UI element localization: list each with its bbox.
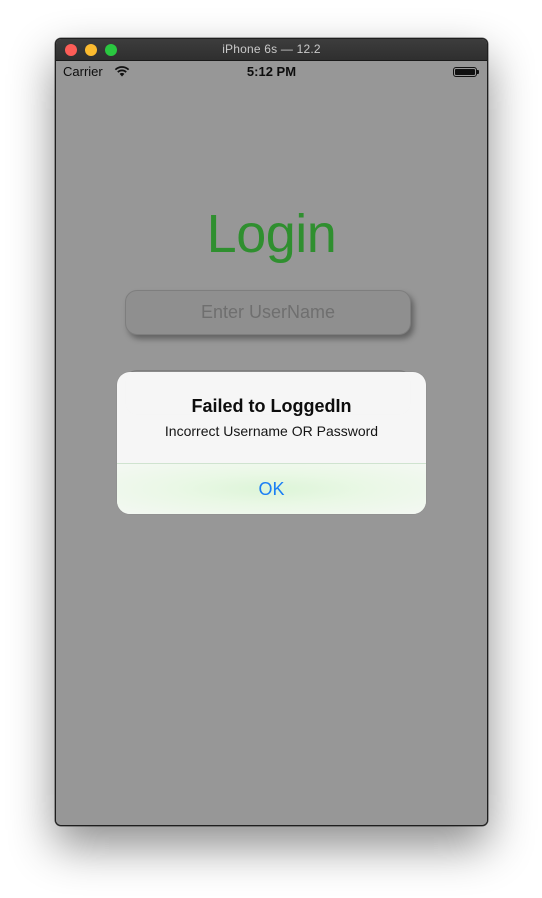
username-input[interactable]: Enter UserName — [125, 290, 411, 335]
alert-title: Failed to LoggedIn — [191, 396, 352, 416]
ok-button[interactable]: OK — [117, 464, 426, 514]
username-placeholder: Enter UserName — [200, 302, 336, 322]
status-time: 5:12 PM — [246, 64, 297, 79]
login-title: Login — [206, 204, 337, 264]
simulator-window: iPhone 6s — 12.2 Carrier 5:12 PM Login E… — [55, 38, 488, 826]
window-title: iPhone 6s — 12.2 — [222, 42, 321, 56]
window-titlebar: iPhone 6s — 12.2 — [56, 39, 487, 61]
status-bar: Carrier 5:12 PM — [56, 61, 487, 81]
battery-icon — [453, 67, 479, 77]
alert-message: Incorrect Username OR Password — [164, 423, 379, 439]
alert-dialog: Failed to LoggedIn Incorrect Username OR… — [117, 372, 426, 514]
device-screen: Carrier 5:12 PM Login Enter UserName Fai… — [56, 61, 487, 825]
